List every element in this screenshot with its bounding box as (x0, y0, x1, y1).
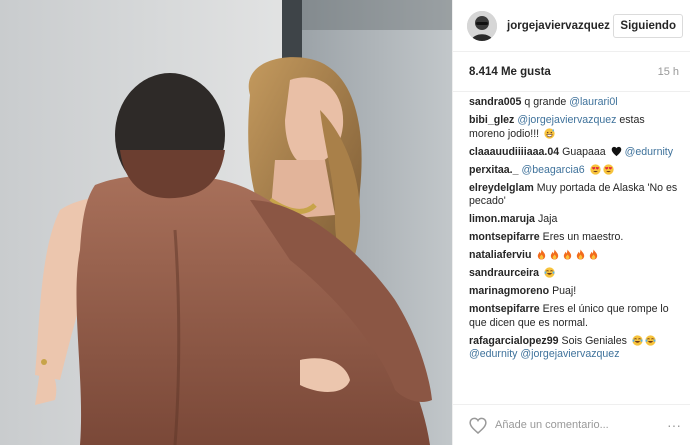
laugh-tears-icon (645, 334, 656, 346)
comment-username[interactable]: montsepifarre (469, 231, 540, 243)
comment-item: bibi_glez @jorgejaviervazquez estas moren… (469, 114, 681, 141)
mention-link[interactable]: @edurnity (625, 146, 673, 158)
fire-icon (549, 249, 560, 260)
comment-username[interactable]: marinagmoreno (469, 285, 549, 297)
fire-icon (575, 249, 586, 260)
comment-item: nataliaferviu (469, 249, 681, 263)
post-sidebar: jorgejaviervazquez Siguiendo 8.414 Me gu… (452, 0, 690, 445)
more-dots-icon[interactable]: ··· (667, 418, 681, 432)
comments-list: sandra005 q grande @laurari0l bibi_glez @jo… (453, 96, 690, 366)
following-button[interactable]: Siguiendo (613, 13, 683, 38)
comment-text: Jaja (537, 213, 558, 226)
profile-avatar[interactable] (467, 10, 497, 41)
mention-link[interactable]: @jorgejaviervazquez (517, 114, 616, 126)
comment-item: elreydelglam Muy portada de Alaska 'No es… (469, 182, 681, 209)
heart-outline-icon[interactable] (469, 417, 487, 434)
mention-link[interactable]: @beagarcia6 (521, 164, 584, 176)
comment-username[interactable]: montsepifarre (469, 303, 540, 315)
comment-item: montsepifarre Eres un maestro. (469, 231, 681, 245)
fire-icon (588, 249, 599, 260)
comment-username[interactable]: sandra005 (469, 96, 521, 108)
heart-eyes-icon (589, 163, 601, 175)
grin-sweat-icon (544, 127, 555, 139)
instagram-post: jorgejaviervazquez Siguiendo 8.414 Me gu… (0, 0, 690, 445)
comment-item: rafagarcialopez99 Sois Geniales @edurnity… (469, 335, 681, 362)
comment-item: claaauudiiiiaaa.04 Guapaaa @edurnity (469, 146, 681, 160)
comment-username[interactable]: rafagarcialopez99 (469, 335, 559, 347)
laugh-tears-icon (632, 334, 643, 346)
comment-text: Guapaaa (562, 145, 609, 158)
comment-text (585, 164, 588, 176)
fire-icon (536, 249, 547, 260)
comment-username[interactable]: limon.maruja (469, 213, 535, 225)
comment-item: limon.maruja Jaja (469, 213, 681, 227)
comment-username[interactable]: nataliaferviu (469, 249, 531, 261)
likes-count[interactable]: 8.414 Me gusta (469, 66, 551, 78)
comment-username[interactable]: elreydelglam (469, 182, 534, 194)
comment-username[interactable]: perxitaa._ (469, 164, 518, 176)
comment-username[interactable]: sandraurceira (469, 267, 539, 279)
comment-item: perxitaa._ @beagarcia6 (469, 164, 681, 178)
comment-username[interactable]: bibi_glez (469, 114, 514, 126)
comment-text: Puaj! (552, 285, 577, 298)
fire-icon (562, 249, 573, 260)
mention-link[interactable]: @jorgejaviervazquez (520, 348, 619, 360)
post-photo[interactable] (0, 0, 452, 445)
mention-link[interactable]: @laurari0l (569, 96, 617, 108)
post-footer: ··· (453, 404, 690, 445)
post-header: jorgejaviervazquez Siguiendo (453, 0, 690, 52)
comment-text: Sois Geniales (561, 334, 630, 347)
black-heart-icon (611, 146, 622, 157)
mention-link[interactable]: @edurnity (469, 348, 517, 360)
post-time[interactable]: 15 h (658, 66, 679, 78)
comment-item: sandra005 q grande @laurari0l (469, 96, 681, 110)
photo-illustration (0, 0, 452, 445)
comment-input[interactable] (495, 419, 667, 431)
comment-username[interactable]: claaauudiiiiaaa.04 (469, 146, 559, 158)
author-username[interactable]: jorgejaviervazquez (507, 20, 613, 32)
comment-item: montsepifarre Eres el único que rompe lo … (469, 303, 681, 330)
likes-row: 8.414 Me gusta 15 h (453, 52, 690, 92)
comment-text: Eres un maestro. (542, 231, 624, 244)
heart-eyes-icon (602, 163, 614, 175)
laugh-tears-icon (544, 267, 555, 278)
comment-text: q grande (524, 96, 570, 108)
comment-item: sandraurceira (469, 267, 681, 281)
comment-item: marinagmoreno Puaj! (469, 285, 681, 299)
